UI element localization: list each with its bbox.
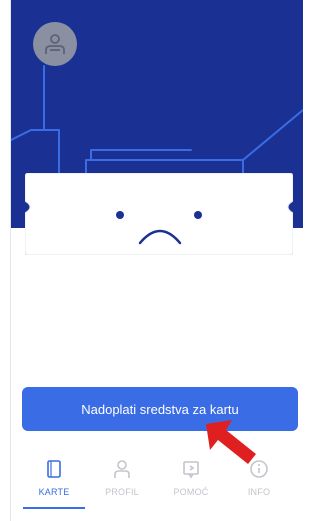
info-icon [249, 459, 269, 479]
bottom-tab-bar: KARTE PROFIL POMOĆ INFO [11, 455, 303, 521]
card-icon [44, 459, 64, 479]
help-icon [181, 459, 201, 479]
app-screen: Nadoplati sredstva za kartu KARTE PROFIL… [0, 0, 303, 521]
right-eye [194, 211, 202, 219]
sad-ticket-card [24, 172, 294, 256]
avatar[interactable] [33, 22, 77, 66]
tab-karte[interactable]: KARTE [22, 455, 86, 510]
tab-label: INFO [247, 487, 271, 497]
tab-label: POMOĆ [173, 487, 209, 497]
tab-label: PROFIL [105, 487, 139, 497]
person-icon [112, 459, 132, 479]
tab-label: KARTE [38, 487, 70, 497]
person-icon [45, 34, 65, 54]
tab-info[interactable]: INFO [227, 455, 291, 510]
sad-mouth [138, 229, 182, 245]
left-eye [116, 211, 124, 219]
left-edge-strip [0, 0, 11, 521]
tab-pomoc[interactable]: POMOĆ [159, 455, 223, 510]
tab-profil[interactable]: PROFIL [90, 455, 154, 510]
active-tab-indicator [23, 507, 85, 509]
